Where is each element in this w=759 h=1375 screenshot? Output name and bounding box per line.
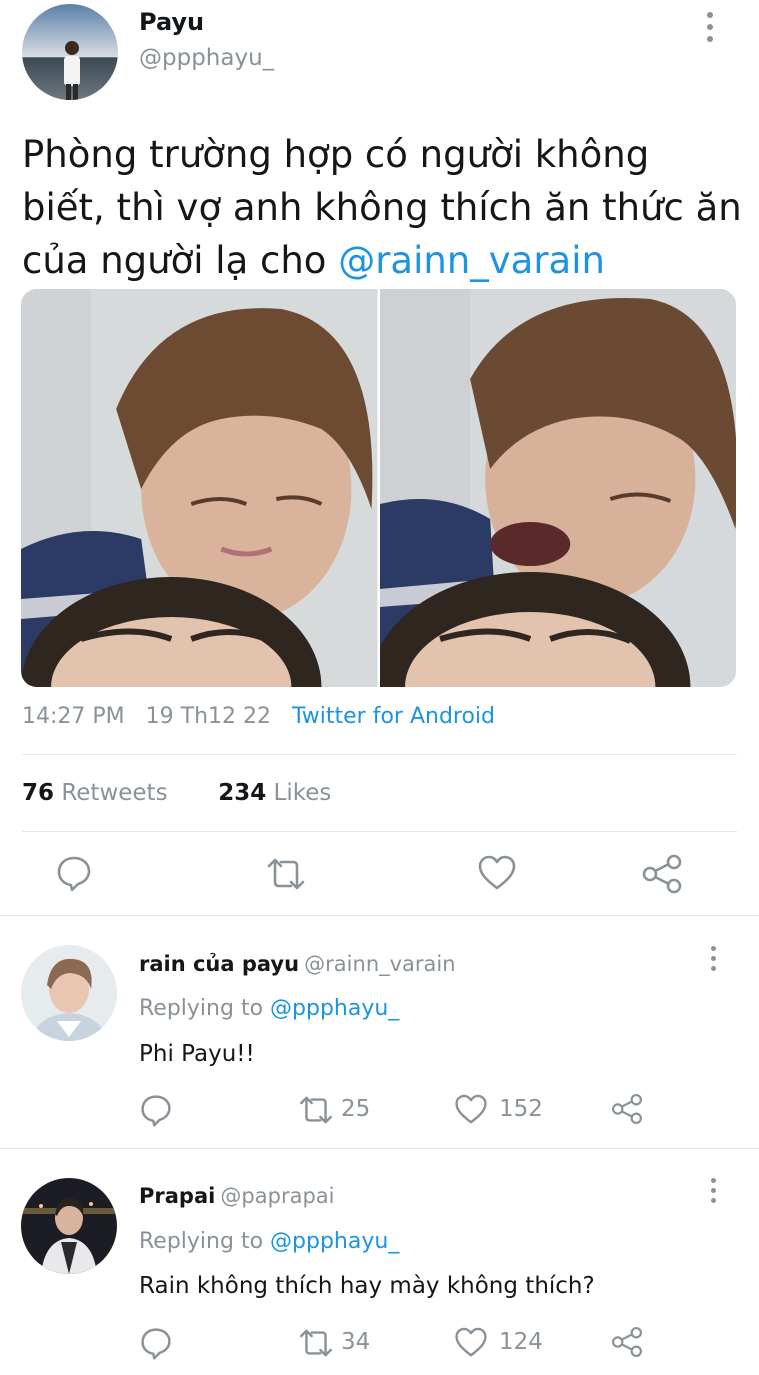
retweet-icon[interactable] [296, 1094, 336, 1126]
reply-retweet-count: 25 [341, 1096, 371, 1122]
reply-like-count: 124 [499, 1329, 543, 1355]
replying-to: Replying to @ppphayu_ [139, 996, 399, 1021]
more-options-icon[interactable] [702, 12, 718, 42]
tweet-time: 14:27 PM [22, 704, 125, 729]
replying-label: Replying to [139, 996, 264, 1021]
reply-retweet-count: 34 [341, 1329, 371, 1355]
author-handle[interactable]: @ppphayu_ [139, 45, 274, 71]
reply-header: Prapai @paprapai [139, 1184, 335, 1208]
reply-avatar[interactable] [21, 945, 117, 1041]
heart-icon[interactable] [454, 1327, 488, 1358]
reply-like-count: 152 [499, 1096, 543, 1122]
replying-to-mention[interactable]: @ppphayu_ [270, 1229, 399, 1254]
tweet-photo-1[interactable] [21, 289, 378, 687]
author-name[interactable]: Payu [139, 8, 204, 36]
likes-label: Likes [273, 780, 332, 806]
retweets-stat[interactable]: 76 Retweets [22, 780, 168, 806]
tweet-stats: 76 Retweets 234 Likes [22, 780, 331, 806]
retweets-label: Retweets [61, 780, 168, 806]
reply-icon[interactable] [139, 1326, 173, 1360]
share-icon[interactable] [640, 854, 684, 894]
reply-author-name[interactable]: rain của payu [139, 952, 299, 976]
more-options-icon[interactable] [705, 946, 721, 971]
replying-to: Replying to @ppphayu_ [139, 1229, 399, 1254]
retweets-count: 76 [22, 780, 55, 806]
reply-text: Phi Payu!! [139, 1041, 255, 1067]
replying-label: Replying to [139, 1229, 264, 1254]
tweet-meta: 14:27 PM 19 Th12 22 Twitter for Android [22, 704, 495, 729]
tweet-media[interactable] [21, 289, 736, 687]
tweet-mention-link[interactable]: @rainn_varain [338, 239, 605, 282]
tweet-date: 19 Th12 22 [145, 704, 271, 729]
divider [0, 915, 759, 916]
reply-author-handle[interactable]: @paprapai [220, 1184, 334, 1208]
author-avatar[interactable] [22, 4, 118, 100]
likes-stat[interactable]: 234 Likes [218, 780, 331, 806]
reply-icon[interactable] [55, 854, 93, 892]
tweet-text: Phòng trường hợp có người không biết, th… [22, 128, 742, 287]
divider [22, 754, 737, 755]
replying-to-mention[interactable]: @ppphayu_ [270, 996, 399, 1021]
divider [0, 1148, 759, 1149]
reply-header: rain của payu @rainn_varain [139, 952, 456, 976]
retweet-icon[interactable] [263, 856, 309, 892]
share-icon[interactable] [610, 1326, 644, 1358]
reply-avatar[interactable] [21, 1178, 117, 1274]
tweet-photo-2[interactable] [369, 289, 736, 687]
likes-count: 234 [218, 780, 267, 806]
heart-icon[interactable] [454, 1094, 488, 1125]
reply-text: Rain không thích hay mày không thích? [139, 1273, 595, 1299]
tweet-source[interactable]: Twitter for Android [292, 704, 495, 729]
more-options-icon[interactable] [705, 1178, 721, 1203]
heart-icon[interactable] [477, 855, 517, 891]
divider [22, 831, 737, 832]
retweet-icon[interactable] [296, 1327, 336, 1359]
reply-icon[interactable] [139, 1093, 173, 1127]
reply-author-name[interactable]: Prapai [139, 1184, 215, 1208]
share-icon[interactable] [610, 1093, 644, 1125]
reply-author-handle[interactable]: @rainn_varain [304, 952, 455, 976]
